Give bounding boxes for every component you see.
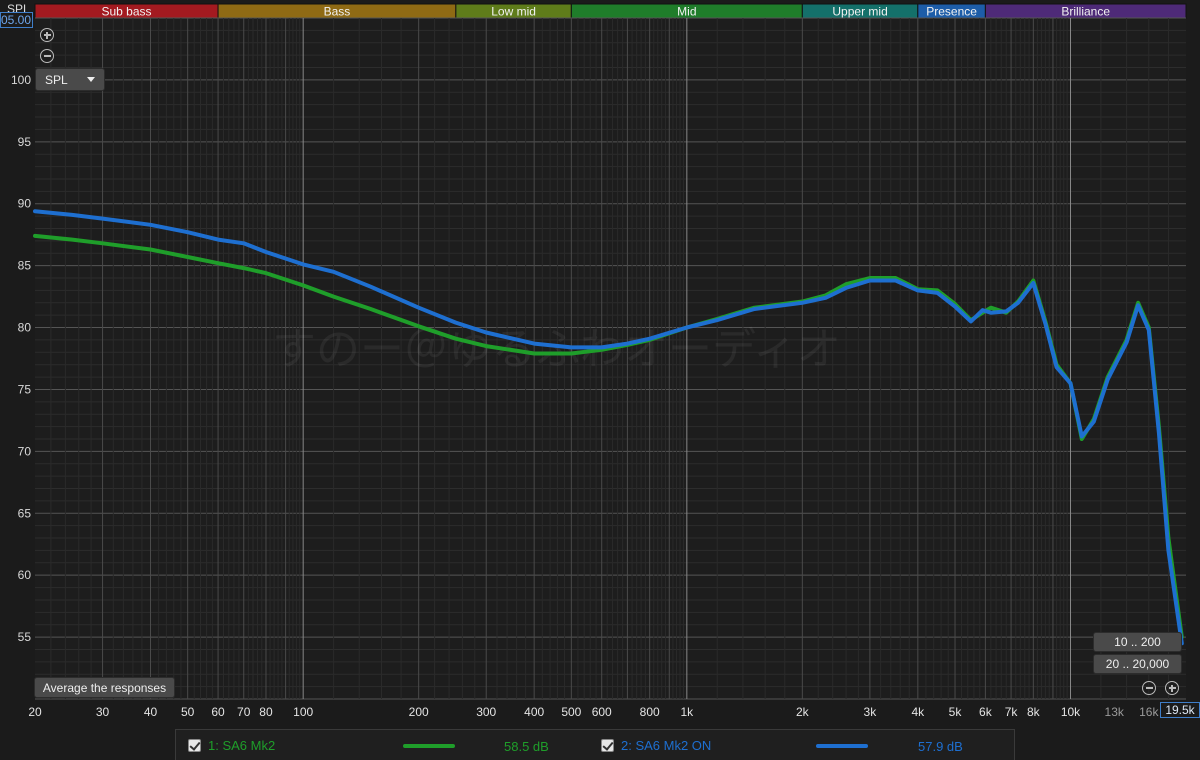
y-tick-labels: 55 60 65 70 75 80 85 90 95 100	[11, 73, 31, 644]
x-tick-label: 20	[28, 705, 42, 719]
band-label-0: Sub bass	[102, 5, 152, 19]
x-tick-labels: 20 30 40 50 60 70 80 100 200 300 400 500 600 800 1k 2k 3…	[28, 705, 1159, 719]
legend-label-1: 1: SA6 Mk2	[208, 737, 276, 753]
legend-label-2: 2: SA6 Mk2 ON	[621, 737, 712, 753]
chevron-down-icon	[87, 77, 95, 82]
band-label-3: Mid	[677, 5, 696, 19]
x-tick-label: 6k	[979, 705, 993, 719]
legend-value-2: 57.9 dB	[918, 739, 963, 754]
spl-select-label: SPL	[45, 72, 68, 87]
x-tick-label: 600	[592, 705, 612, 719]
x-max-input[interactable]: 19.5k	[1160, 702, 1200, 718]
y-tick-label: 80	[18, 321, 32, 335]
x-tick-label: 2k	[796, 705, 810, 719]
x-tick-label: 30	[96, 705, 110, 719]
checkbox-icon[interactable]	[188, 738, 201, 752]
legend-item-2[interactable]: 2: SA6 Mk2 ON	[601, 730, 711, 760]
x-tick-label: 800	[640, 705, 660, 719]
x-tick-label: 40	[144, 705, 158, 719]
legend-value-1: 58.5 dB	[504, 739, 549, 754]
y-tick-label: 90	[18, 197, 32, 211]
x-tick-label: 500	[561, 705, 581, 719]
x-tick-label: 16k	[1139, 705, 1159, 719]
spl-select[interactable]: SPL	[35, 68, 105, 91]
range-10-200-button[interactable]: 10 .. 200	[1093, 632, 1182, 652]
x-tick-label: 10k	[1061, 705, 1081, 719]
y-tick-label: 75	[18, 382, 32, 396]
x-tick-label: 1k	[680, 705, 694, 719]
frequency-response-chart: Sub bass Bass Low mid Mid Upper mid Presence B…	[11, 3, 1187, 719]
legend: 1: SA6 Mk2 58.5 dB 2: SA6 Mk2 ON 57.9 dB	[175, 729, 1015, 760]
x-tick-label: 50	[181, 705, 195, 719]
y-tick-label: 60	[18, 568, 32, 582]
band-label-4: Upper mid	[832, 5, 887, 19]
zoom-out-icon[interactable]	[1142, 681, 1156, 695]
x-tick-label: 70	[237, 705, 251, 719]
zoom-out-icon[interactable]	[40, 49, 54, 63]
x-tick-label: 3k	[864, 705, 878, 719]
average-responses-button[interactable]: Average the responses	[34, 677, 175, 698]
watermark-text: すのー＠ゆるふわオーディオ	[272, 324, 841, 375]
y-tick-label: 100	[11, 73, 31, 87]
x-tick-label: 8k	[1027, 705, 1041, 719]
y-tick-label: 65	[18, 506, 32, 520]
band-label-6: Brilliance	[1061, 5, 1110, 19]
zoom-in-icon[interactable]	[1165, 681, 1179, 695]
x-tick-label: 60	[211, 705, 225, 719]
x-tick-label: 5k	[949, 705, 963, 719]
legend-item-1[interactable]: 1: SA6 Mk2	[188, 730, 275, 760]
x-tick-label: 4k	[911, 705, 925, 719]
y-tick-label: 70	[18, 444, 32, 458]
legend-swatch-2	[816, 744, 868, 748]
x-tick-label: 400	[524, 705, 544, 719]
range-20-20000-button[interactable]: 20 .. 20,000	[1093, 654, 1182, 674]
x-tick-label: 80	[259, 705, 273, 719]
band-label-5: Presence	[926, 5, 977, 19]
frequency-bands: Sub bass Bass Low mid Mid Upper mid Presence B…	[34, 3, 1187, 19]
band-label-1: Bass	[324, 5, 351, 19]
band-label-2: Low mid	[491, 5, 536, 19]
x-tick-label: 7k	[1005, 705, 1019, 719]
x-tick-label: 100	[293, 705, 313, 719]
y-tick-label: 55	[18, 630, 32, 644]
x-tick-label: 300	[476, 705, 496, 719]
zoom-in-icon[interactable]	[40, 28, 54, 42]
x-tick-label: 200	[409, 705, 429, 719]
checkbox-icon[interactable]	[601, 738, 614, 752]
x-tick-label: 13k	[1105, 705, 1125, 719]
y-tick-label: 95	[18, 135, 32, 149]
legend-swatch-1	[403, 744, 455, 748]
y-max-input[interactable]: 105.00	[0, 12, 33, 28]
y-tick-label: 85	[18, 259, 32, 273]
